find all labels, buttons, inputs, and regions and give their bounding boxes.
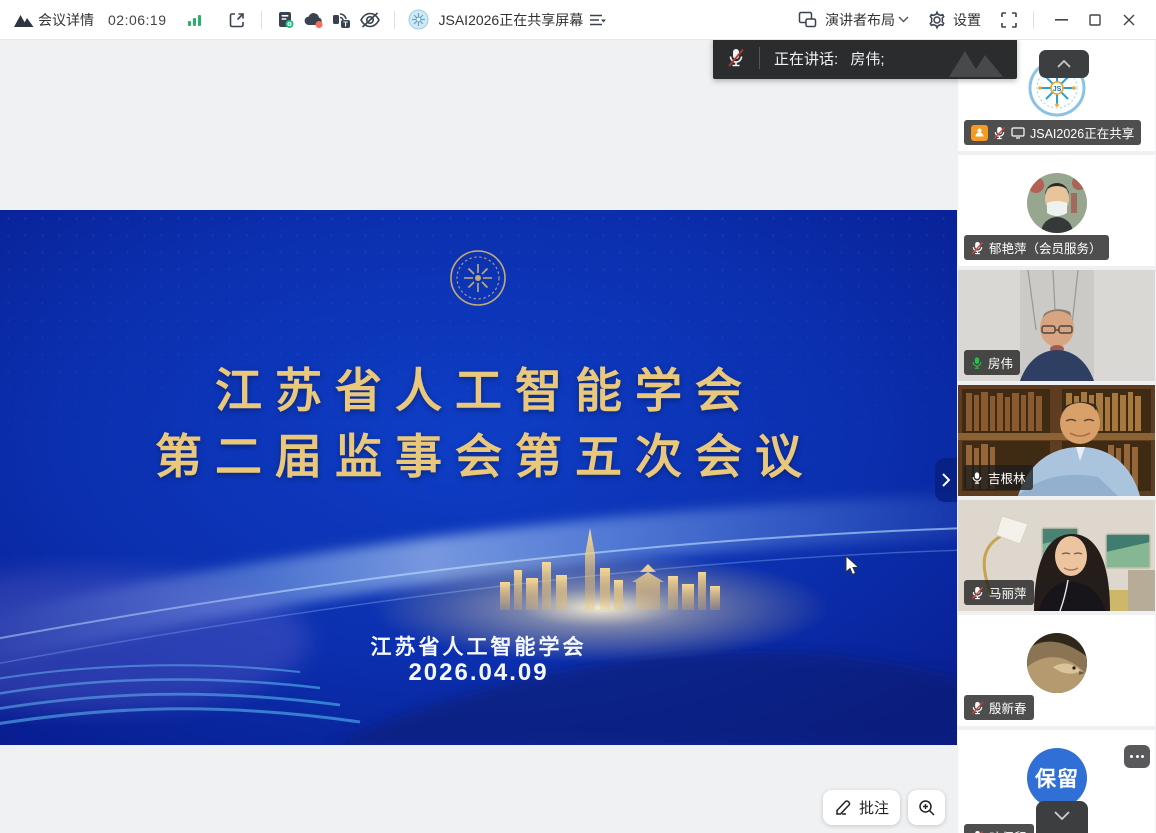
participant-name: 郁艳萍（会员服务） <box>989 238 1102 257</box>
mic-muted-icon <box>971 830 984 833</box>
top-toolbar: 会议详情 02:06:19 T JSAI2026正在共享屏幕 <box>0 0 1156 40</box>
notification-divider <box>759 47 760 69</box>
avatar <box>1027 173 1087 233</box>
screen-share-icon <box>1011 127 1025 139</box>
participant-name: JSAI2026正在共享 <box>1030 123 1134 142</box>
chevron-down-icon <box>1054 811 1070 820</box>
slide-footer-date: 2026.04.09 <box>0 659 957 687</box>
layout-chevron-down-icon[interactable] <box>898 16 909 23</box>
meeting-window: 会议详情 02:06:19 T JSAI2026正在共享屏幕 <box>0 0 1156 833</box>
speaking-prefix: 正在讲话: <box>774 51 838 68</box>
presentation-slide: 江苏省人工智能学会 第二届监事会第五次会议 江苏省人工智能学会 2026.04.… <box>0 210 957 745</box>
magnifier-plus-icon <box>918 799 936 817</box>
host-badge-icon <box>971 125 988 141</box>
toolbar-divider <box>261 11 262 29</box>
toolbar-divider <box>394 11 395 29</box>
mic-muted-icon <box>971 701 984 715</box>
name-tag: 殷新春 <box>964 695 1034 720</box>
sharer-logo-icon <box>405 6 433 34</box>
participant-name: 马丽萍 <box>989 583 1027 602</box>
name-tag: JSAI2026正在共享 <box>964 120 1141 145</box>
participant-name: 殷新春 <box>989 698 1027 717</box>
pen-icon <box>834 799 853 816</box>
participant-tile-yinxinchun[interactable]: 殷新春 <box>958 615 1155 726</box>
speaking-names: 房伟; <box>850 51 884 68</box>
sidebar-scroll-up-button[interactable] <box>1039 50 1089 78</box>
slide-title-line2: 第二届监事会第五次会议 <box>0 418 957 487</box>
cloud-recording-icon[interactable] <box>300 6 328 34</box>
mic-muted-icon <box>971 586 984 600</box>
participant-tile-jigenlin[interactable]: 吉根林 <box>958 385 1155 496</box>
open-external-icon[interactable] <box>223 6 251 34</box>
maximize-button[interactable] <box>1078 6 1112 34</box>
avatar-initials: 保留 <box>1035 763 1079 793</box>
name-tag: 郁艳萍（会员服务） <box>964 235 1109 260</box>
toolbar-divider <box>1033 11 1034 29</box>
shared-screen-area: 江苏省人工智能学会 第二届监事会第五次会议 江苏省人工智能学会 2026.04.… <box>0 40 957 833</box>
avatar <box>1027 633 1087 693</box>
mic-on-icon <box>971 471 983 485</box>
mouse-cursor <box>845 555 861 582</box>
mic-muted-icon <box>713 47 759 69</box>
mic-active-icon <box>971 356 983 370</box>
avatar: 保留 <box>1027 748 1087 808</box>
minimize-button[interactable] <box>1044 6 1078 34</box>
network-signal-icon[interactable] <box>181 6 209 34</box>
mic-muted-icon <box>971 241 984 255</box>
mic-muted-icon <box>993 126 1006 140</box>
docs-icon[interactable] <box>272 6 300 34</box>
participant-tile-maliping[interactable]: 马丽萍 <box>958 500 1155 611</box>
sidebar-scroll-down-button[interactable] <box>1036 801 1088 833</box>
participant-name: 房伟 <box>988 353 1013 372</box>
fullscreen-icon[interactable] <box>995 6 1023 34</box>
participant-name: 吉根林 <box>988 468 1026 487</box>
app-logo-icon <box>10 6 38 34</box>
svg-text:JS: JS <box>1053 86 1062 93</box>
layout-icon[interactable] <box>793 6 821 34</box>
next-page-edge-button[interactable] <box>935 458 957 502</box>
svg-text:T: T <box>343 19 348 28</box>
meeting-details-link[interactable]: 会议详情 <box>38 10 94 30</box>
name-tag: 房伟 <box>964 350 1020 375</box>
participants-sidebar: JS JSAI2026正在共享 郁艳萍（会员服务） <box>957 40 1156 833</box>
name-tag: 吉根林 <box>964 465 1033 490</box>
cast-caption-icon[interactable]: T <box>328 6 356 34</box>
name-tag: 叶保留 <box>964 824 1034 833</box>
slide-title-line1: 江苏省人工智能学会 <box>0 352 957 421</box>
watermark-logo-icon <box>943 41 1011 79</box>
tile-more-options-button[interactable] <box>1124 745 1150 768</box>
annotate-button[interactable]: 批注 <box>823 790 900 825</box>
annotate-label: 批注 <box>859 797 889 818</box>
participant-tile-yuyanping[interactable]: 郁艳萍（会员服务） <box>958 155 1155 266</box>
participant-tile-fangwei[interactable]: 房伟 <box>958 270 1155 381</box>
slide-footer-org: 江苏省人工智能学会 <box>0 631 957 661</box>
settings-gear-icon[interactable] <box>923 6 951 34</box>
slide-floating-controls: 批注 <box>823 790 945 825</box>
hide-view-icon[interactable] <box>356 6 384 34</box>
chevron-up-icon <box>1057 60 1071 68</box>
zoom-in-button[interactable] <box>908 790 945 825</box>
close-button[interactable] <box>1112 6 1146 34</box>
name-tag: 马丽萍 <box>964 580 1034 605</box>
layout-button-label[interactable]: 演讲者布局 <box>825 10 895 30</box>
sharing-status-text: JSAI2026正在共享屏幕 <box>439 10 584 30</box>
share-list-icon[interactable] <box>583 6 611 34</box>
speaking-notification: 正在讲话: 房伟; <box>713 37 1017 79</box>
meeting-timer: 02:06:19 <box>108 12 167 28</box>
settings-label[interactable]: 设置 <box>953 10 981 30</box>
participant-name: 叶保留 <box>989 827 1027 833</box>
